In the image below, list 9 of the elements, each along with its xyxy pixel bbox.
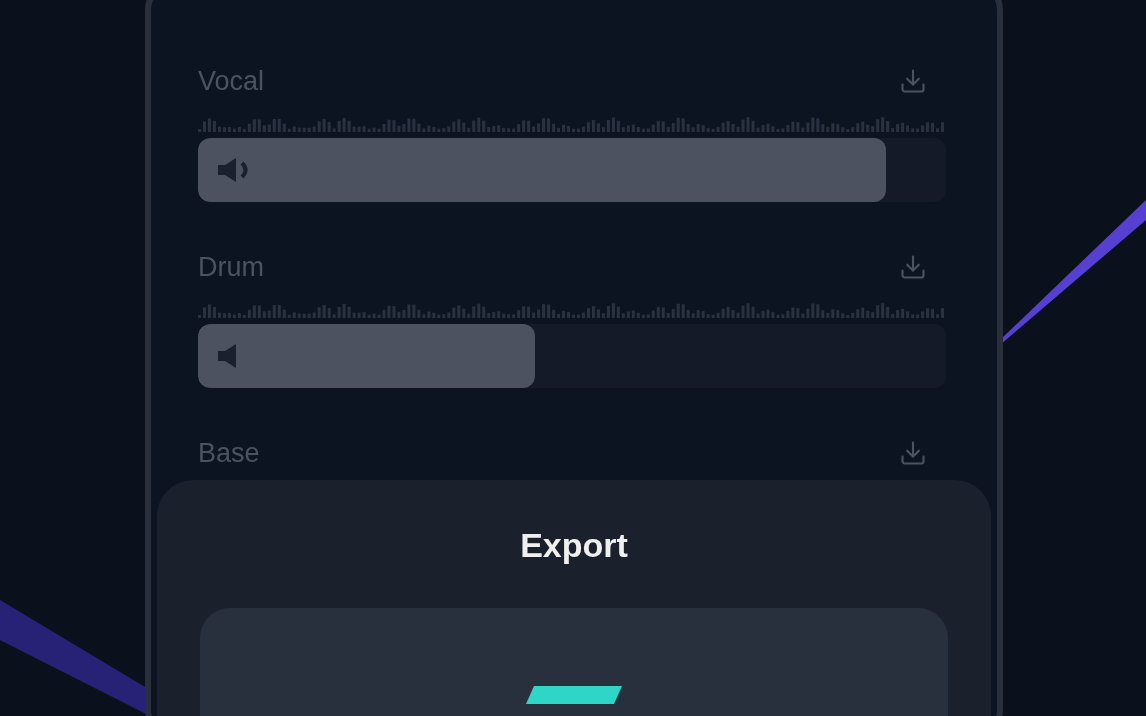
track-name: Base — [198, 439, 260, 467]
parallelogram-icon — [526, 686, 622, 704]
track-name: Vocal — [198, 67, 265, 95]
track-name: Drum — [198, 253, 264, 281]
download-icon[interactable] — [899, 253, 927, 281]
download-icon[interactable] — [899, 67, 927, 95]
download-icon[interactable] — [899, 439, 927, 467]
sheet-title: Export — [520, 528, 628, 562]
volume-slider[interactable] — [198, 324, 946, 388]
